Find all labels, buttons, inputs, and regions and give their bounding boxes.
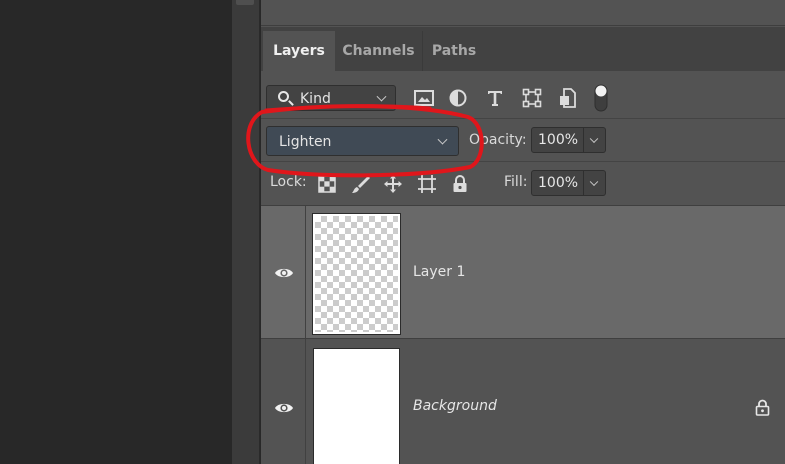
panel-tab-bar: Layers Channels Paths <box>261 27 785 71</box>
visibility-eye-icon[interactable] <box>273 262 295 284</box>
layer-filter-row: Kind <box>261 71 785 119</box>
lock-image-pixels-icon[interactable] <box>350 173 372 195</box>
chevron-down-icon <box>437 134 448 145</box>
blend-mode-value: Lighten <box>279 134 332 150</box>
tab-channels[interactable]: Channels <box>335 31 423 71</box>
opacity-dropdown-button[interactable] <box>584 127 606 153</box>
adjustment-filter-icon[interactable] <box>447 87 469 109</box>
filter-toggle-icon[interactable] <box>590 83 612 113</box>
layer-name[interactable]: Background <box>413 398 497 414</box>
tab-layers[interactable]: Layers <box>263 31 335 71</box>
lock-all-icon[interactable] <box>449 173 471 195</box>
layer-name[interactable]: Layer 1 <box>413 264 465 280</box>
layer-row-layer-1[interactable]: Layer 1 <box>261 205 785 338</box>
layer-row-divider <box>305 206 306 338</box>
scrollbar-handle[interactable] <box>236 0 254 5</box>
visibility-eye-icon[interactable] <box>273 397 295 419</box>
blend-mode-dropdown[interactable]: Lighten <box>266 126 459 156</box>
shape-filter-icon[interactable] <box>521 87 543 109</box>
layer-row-divider <box>305 339 306 464</box>
panel-dock-gutter <box>232 0 260 464</box>
layer-row-background[interactable]: Background <box>261 338 785 464</box>
tab-paths[interactable]: Paths <box>424 31 484 71</box>
layers-panel: Layers Channels Paths Kind Lighten Opaci… <box>261 0 785 464</box>
chevron-down-icon <box>589 134 599 144</box>
image-filter-icon[interactable] <box>413 87 435 109</box>
opacity-label: Opacity: <box>469 132 527 148</box>
document-canvas-area <box>0 0 232 464</box>
lock-label: Lock: <box>270 174 307 190</box>
panel-top-strip <box>261 0 785 26</box>
fill-input[interactable]: 100% <box>531 170 584 196</box>
smart-object-filter-icon[interactable] <box>557 87 579 109</box>
lock-position-icon[interactable] <box>382 173 404 195</box>
search-icon <box>278 91 289 102</box>
blend-mode-row: Lighten Opacity: 100% <box>261 120 785 162</box>
opacity-input[interactable]: 100% <box>531 127 584 153</box>
lock-transparent-pixels-icon[interactable] <box>316 173 338 195</box>
lock-artboard-icon[interactable] <box>416 173 438 195</box>
chevron-down-icon <box>589 177 599 187</box>
lock-row: Lock: Fill: 100% <box>261 163 785 205</box>
type-filter-icon[interactable] <box>484 87 506 109</box>
layer-thumbnail-transparent[interactable] <box>312 213 401 335</box>
fill-dropdown-button[interactable] <box>584 170 606 196</box>
filter-kind-dropdown[interactable]: Kind <box>266 85 396 111</box>
layer-lock-icon[interactable] <box>753 397 771 417</box>
fill-label: Fill: <box>504 174 528 190</box>
filter-kind-value: Kind <box>300 91 331 107</box>
chevron-down-icon <box>376 91 387 102</box>
layer-thumbnail-white[interactable] <box>313 348 400 464</box>
